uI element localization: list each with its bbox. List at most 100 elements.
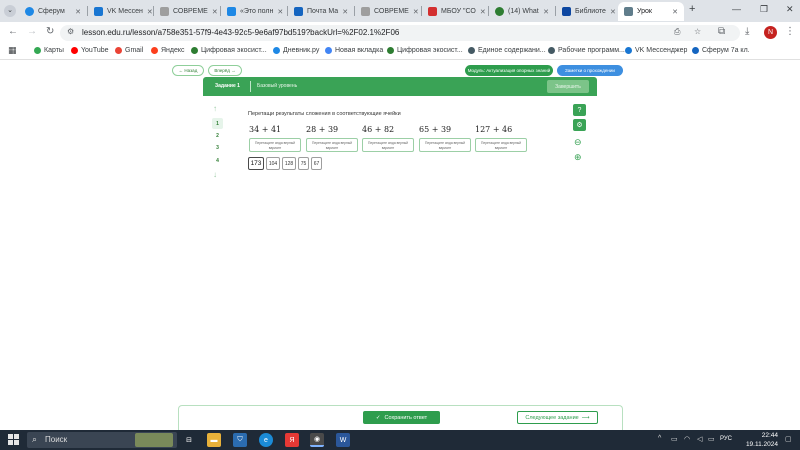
question-number-2[interactable]: 2 — [212, 130, 223, 141]
zoom-in-icon[interactable]: ⊕ — [574, 152, 582, 163]
answer-card[interactable]: 67 — [311, 157, 322, 170]
browser-tab[interactable]: СОВРЕМЕ ✕ — [355, 2, 421, 21]
zoom-out-icon[interactable]: ⊖ — [574, 137, 582, 148]
close-tab-icon[interactable]: ✕ — [147, 8, 153, 16]
close-tab-icon[interactable]: ✕ — [277, 8, 283, 16]
drop-zone[interactable]: Перетащите сюда верный вариант — [362, 138, 414, 152]
answer-card[interactable]: 173 — [248, 157, 264, 170]
save-answer-button[interactable]: ✓ Сохранить ответ — [363, 411, 440, 424]
drop-zone[interactable]: Перетащите сюда верный вариант — [249, 138, 301, 152]
close-tab-icon[interactable]: ✕ — [212, 8, 218, 16]
windows-start-icon[interactable] — [8, 434, 19, 445]
browser-tab[interactable]: СОВРЕМЕ ✕ — [154, 2, 220, 21]
close-tab-icon[interactable]: ✕ — [610, 8, 616, 16]
word-icon[interactable]: W — [336, 433, 350, 447]
new-tab-button[interactable]: + — [689, 3, 695, 15]
close-tab-icon[interactable]: ✕ — [480, 8, 486, 16]
nav-next-button[interactable]: Вперёд → — [208, 65, 242, 76]
bookmark-star-icon[interactable]: ☆ — [694, 27, 701, 36]
taskbar-search[interactable]: ⌕ Поиск — [27, 432, 177, 448]
edge-browser-icon[interactable]: e — [259, 433, 273, 447]
reload-icon[interactable]: ↻ — [46, 26, 54, 37]
settings-gear-icon[interactable]: ⚙ — [573, 119, 586, 131]
question-number-4[interactable]: 4 — [212, 155, 223, 166]
bookmark-item[interactable]: Цифровая экосист... — [387, 47, 463, 54]
module-button[interactable]: Модуль: Актуализация опорных знаний — [465, 65, 553, 76]
answer-card[interactable]: 104 — [266, 157, 280, 170]
nav-back-button[interactable]: ← Назад — [172, 65, 204, 76]
question-number-3[interactable]: 3 — [212, 142, 223, 153]
browser-tab[interactable]: МБОУ "СО ✕ — [422, 2, 488, 21]
minimize-icon[interactable]: — — [732, 4, 741, 14]
tab-label: СОВРЕМЕ — [374, 8, 409, 15]
drop-zone[interactable]: Перетащите сюда верный вариант — [419, 138, 471, 152]
close-window-icon[interactable]: ✕ — [786, 4, 794, 15]
task-view-icon[interactable]: ⊟ — [182, 433, 196, 447]
scroll-up-arrow-icon[interactable]: ↑ — [213, 104, 217, 113]
finish-button[interactable]: Завершить — [547, 80, 589, 93]
security-shield-icon[interactable]: ⛉ — [233, 433, 247, 447]
forward-arrow-icon[interactable]: → — [27, 26, 37, 37]
answer-card[interactable]: 75 — [298, 157, 309, 170]
bookmark-item[interactable]: Единое содержани... — [468, 47, 546, 54]
tab-label: (14) What — [508, 8, 539, 15]
profile-avatar[interactable]: N — [764, 26, 777, 39]
volume-icon[interactable]: ◁ — [697, 435, 702, 443]
bookmark-item[interactable]: Сферум 7а кл. — [692, 47, 750, 54]
chrome-icon[interactable]: ◉ — [310, 433, 324, 447]
question-number-1[interactable]: 1 — [212, 118, 223, 129]
clock[interactable]: 22:44 19.11.2024 — [738, 431, 778, 449]
download-icon[interactable]: ⤓ — [745, 26, 749, 37]
close-tab-icon[interactable]: ✕ — [413, 8, 419, 16]
yandex-browser-icon[interactable]: Я — [285, 433, 299, 447]
bookmark-item[interactable]: Новая вкладка — [325, 47, 383, 54]
address-bar[interactable]: ⚙ lesson.edu.ru/lesson/a758e351-57f9-4e4… — [60, 25, 740, 41]
drop-zone[interactable]: Перетащите сюда верный вариант — [306, 138, 358, 152]
notifications-icon[interactable]: ▢ — [785, 435, 792, 443]
browser-tab[interactable]: Сферум ✕ — [19, 2, 87, 21]
close-tab-icon[interactable]: ✕ — [672, 8, 678, 16]
browser-tab[interactable]: VK Мессен ✕ — [88, 2, 153, 21]
file-explorer-icon[interactable]: ▬ — [207, 433, 221, 447]
browser-tab[interactable]: (14) What ✕ — [489, 2, 555, 21]
tab-search-button[interactable]: ⌄ — [4, 5, 16, 17]
browser-tab[interactable]: Почта Ма ✕ — [288, 2, 354, 21]
browser-tab[interactable]: Библиоте ✕ — [556, 2, 618, 21]
bookmark-item[interactable]: Рабочие программ... — [548, 47, 625, 54]
extensions-icon[interactable]: ⧉ — [718, 26, 725, 37]
site-info-icon[interactable]: ⚙ — [67, 27, 74, 36]
close-tab-icon[interactable]: ✕ — [75, 8, 81, 16]
install-app-icon[interactable]: ⎙ — [674, 27, 680, 37]
bookmark-item[interactable]: Карты — [34, 47, 64, 54]
menu-kebab-icon[interactable]: ⋮ — [785, 26, 795, 37]
maximize-icon[interactable]: ❐ — [760, 4, 768, 15]
battery-icon[interactable]: ▭ — [708, 435, 715, 443]
language-indicator[interactable]: РУС — [720, 436, 732, 442]
bookmark-item[interactable]: Дневник.ру — [273, 47, 319, 54]
bookmark-item[interactable]: Gmail — [115, 47, 143, 54]
tab-label: «Это полн — [240, 8, 274, 15]
next-task-button[interactable]: Следующее задание ⟶ — [517, 411, 598, 424]
help-icon[interactable]: ? — [573, 104, 586, 116]
network-icon[interactable]: ▭ — [671, 435, 678, 443]
drop-zone[interactable]: Перетащите сюда верный вариант — [475, 138, 527, 152]
scroll-down-arrow-icon[interactable]: ↓ — [213, 170, 217, 179]
answer-card[interactable]: 128 — [282, 157, 296, 170]
bookmark-item[interactable]: Цифровая экосист... — [191, 47, 267, 54]
bookmark-label: YouTube — [81, 47, 109, 54]
bookmark-item[interactable]: YouTube — [71, 47, 109, 54]
lesson-favicon-icon — [624, 7, 633, 16]
bookmark-item[interactable]: Яндекс — [151, 47, 185, 54]
tab-label: Урок — [637, 8, 652, 15]
browser-tab[interactable]: «Это полн ✕ — [221, 2, 287, 21]
close-tab-icon[interactable]: ✕ — [543, 8, 549, 16]
folder-icon — [548, 47, 555, 54]
apps-grid-icon[interactable]: ▦ — [8, 45, 17, 56]
back-arrow-icon[interactable]: ← — [8, 26, 18, 37]
bookmark-item[interactable]: VK Мессенджер — [625, 47, 687, 54]
browser-tab-active[interactable]: Урок ✕ — [618, 2, 684, 21]
notes-button[interactable]: Заметки о прохождении — [557, 65, 623, 76]
tray-chevron-icon[interactable]: ^ — [658, 435, 661, 442]
wifi-icon[interactable]: ◠ — [684, 435, 690, 443]
close-tab-icon[interactable]: ✕ — [342, 8, 348, 16]
